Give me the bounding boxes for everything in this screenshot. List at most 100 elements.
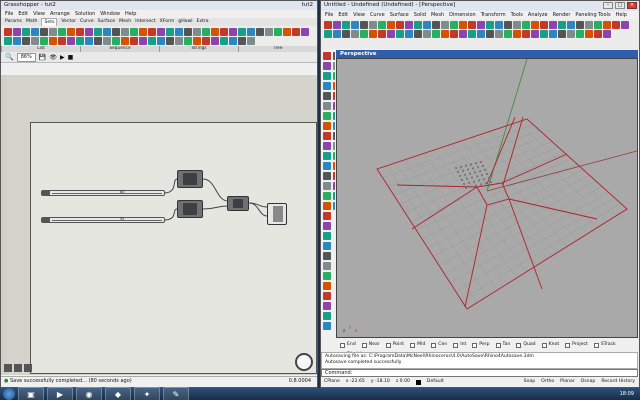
menu-item-6[interactable]: Mesh: [431, 11, 444, 19]
tab-0[interactable]: Params: [5, 18, 22, 26]
component-icon[interactable]: [229, 28, 237, 36]
component-series-b[interactable]: [177, 200, 203, 218]
component-icon[interactable]: [121, 28, 129, 36]
slider-grip[interactable]: [42, 218, 50, 222]
component-icon[interactable]: [157, 37, 165, 45]
preview-icon[interactable]: [4, 364, 12, 372]
command-line[interactable]: Command:: [321, 369, 638, 377]
side-tool-icon[interactable]: [323, 142, 331, 150]
osnap-tan[interactable]: Tan: [495, 342, 510, 348]
menu-item-4[interactable]: Surface: [390, 11, 409, 19]
component-icon[interactable]: [4, 28, 12, 36]
menu-item-11[interactable]: Render: [553, 11, 571, 19]
tab-8[interactable]: XForm: [160, 18, 175, 26]
component-icon[interactable]: [166, 28, 174, 36]
osnap-near[interactable]: Near: [361, 342, 380, 348]
component-icon[interactable]: [94, 28, 102, 36]
menu-item-2[interactable]: View: [353, 11, 365, 19]
side-tool-icon[interactable]: [323, 292, 331, 300]
side-tool-icon[interactable]: [323, 82, 331, 90]
tool-icon[interactable]: [333, 30, 341, 38]
component-series-a[interactable]: [177, 170, 203, 188]
tool-icon[interactable]: [513, 30, 521, 38]
status-toggle-planar[interactable]: Planar: [560, 378, 574, 387]
component-output[interactable]: [267, 203, 287, 225]
tool-icon[interactable]: [477, 21, 485, 29]
tool-icon[interactable]: [549, 21, 557, 29]
side-tool-icon[interactable]: [323, 282, 331, 290]
side-tool-icon[interactable]: [333, 152, 335, 160]
side-tool-icon[interactable]: [323, 252, 331, 260]
tool-icon[interactable]: [450, 21, 458, 29]
side-tool-icon[interactable]: [323, 92, 331, 100]
component-icon[interactable]: [49, 28, 57, 36]
osnap-mid[interactable]: Mid: [410, 342, 425, 348]
checkbox[interactable]: [541, 342, 547, 348]
component-icon[interactable]: [193, 37, 201, 45]
number-slider-n[interactable]: 80: [41, 190, 165, 196]
tab-3[interactable]: Vector: [61, 18, 76, 26]
tool-icon[interactable]: [360, 30, 368, 38]
tool-icon[interactable]: [423, 21, 431, 29]
component-icon[interactable]: [49, 37, 57, 45]
tool-icon[interactable]: [369, 30, 377, 38]
checkbox[interactable]: [385, 342, 391, 348]
osnap-perp[interactable]: Perp: [472, 342, 490, 348]
tool-icon[interactable]: [585, 21, 593, 29]
component-icon[interactable]: [139, 37, 147, 45]
side-tool-icon[interactable]: [323, 172, 331, 180]
tool-icon[interactable]: [405, 30, 413, 38]
clock[interactable]: 18:09: [620, 391, 634, 397]
side-tool-icon[interactable]: [333, 202, 335, 210]
taskbar-explorer-icon[interactable]: ▣: [18, 387, 44, 400]
side-tool-icon[interactable]: [323, 312, 331, 320]
tool-icon[interactable]: [414, 21, 422, 29]
osnap-end[interactable]: End: [340, 342, 356, 348]
tool-icon[interactable]: [351, 30, 359, 38]
tab-4[interactable]: Curve: [80, 18, 94, 26]
tool-icon[interactable]: [495, 21, 503, 29]
side-tool-icon[interactable]: [323, 322, 331, 330]
tool-icon[interactable]: [333, 21, 341, 29]
tool-icon[interactable]: [387, 21, 395, 29]
zoom-level[interactable]: 86%: [16, 52, 36, 62]
component-icon[interactable]: [103, 37, 111, 45]
tab-5[interactable]: Surface: [98, 18, 116, 26]
osnap-int[interactable]: Int: [453, 342, 466, 348]
tool-icon[interactable]: [504, 21, 512, 29]
component-icon[interactable]: [31, 37, 39, 45]
osnap-quad[interactable]: Quad: [516, 342, 536, 348]
close-button[interactable]: ×: [627, 2, 637, 9]
stop-icon[interactable]: ■: [68, 54, 74, 61]
tool-icon[interactable]: [504, 30, 512, 38]
slider-grip[interactable]: [42, 191, 50, 195]
menu-item-1[interactable]: Edit: [338, 11, 348, 19]
taskbar-paint-icon[interactable]: ✎: [163, 387, 189, 400]
menu-item-5[interactable]: Solid: [414, 11, 426, 19]
start-button[interactable]: [3, 388, 15, 400]
component-icon[interactable]: [130, 28, 138, 36]
side-tool-icon[interactable]: [333, 92, 335, 100]
document-tab[interactable]: tut2: [302, 1, 313, 10]
tool-icon[interactable]: [324, 30, 332, 38]
menu-item-9[interactable]: Tools: [511, 11, 523, 19]
tool-icon[interactable]: [477, 30, 485, 38]
tool-icon[interactable]: [621, 21, 629, 29]
component-icon[interactable]: [103, 28, 111, 36]
component-icon[interactable]: [220, 37, 228, 45]
tool-icon[interactable]: [531, 21, 539, 29]
tool-icon[interactable]: [594, 21, 602, 29]
side-tool-icon[interactable]: [333, 142, 335, 150]
tool-icon[interactable]: [576, 21, 584, 29]
taskbar-media-icon[interactable]: ▶: [47, 387, 73, 400]
tool-icon[interactable]: [612, 21, 620, 29]
component-icon[interactable]: [247, 37, 255, 45]
osnap-knot[interactable]: Knot: [541, 342, 559, 348]
tool-icon[interactable]: [522, 30, 530, 38]
tool-icon[interactable]: [495, 30, 503, 38]
viewport-title[interactable]: Perspective: [336, 50, 638, 58]
menu-item-2[interactable]: View: [33, 10, 45, 18]
component-icon[interactable]: [58, 37, 66, 45]
component-icon[interactable]: [4, 37, 12, 45]
tool-icon[interactable]: [522, 21, 530, 29]
